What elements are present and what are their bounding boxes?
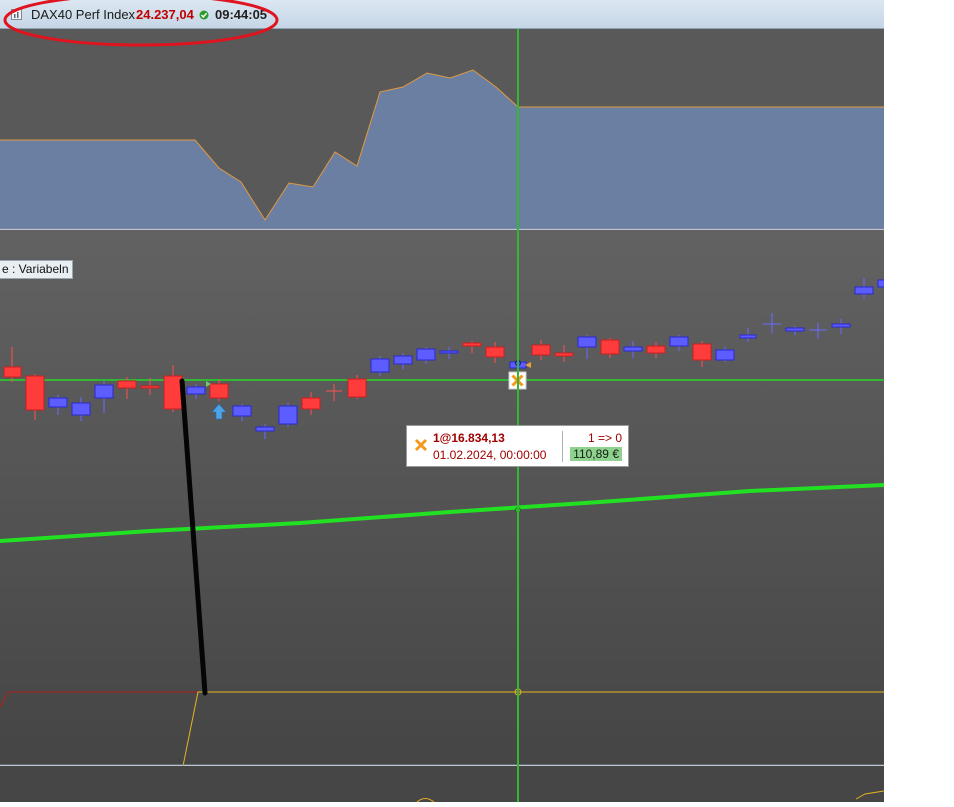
trade-tooltip: 1@16.834,13 01.02.2024, 00:00:00 1 => 0 … (406, 425, 629, 467)
candle (877, 279, 887, 288)
candle (117, 380, 137, 389)
trade-order: 1@16.834,13 (433, 431, 505, 445)
chart-area[interactable]: e : Variabeln 1@16.834,13 01.02.2024, 00… (0, 29, 887, 803)
trade-cross-icon (414, 438, 428, 452)
candle (715, 349, 735, 361)
trade-datetime: 01.02.2024, 00:00:00 (433, 448, 547, 462)
candle (186, 386, 206, 395)
candle (416, 348, 436, 361)
chart-window-icon[interactable] (11, 9, 22, 20)
candle (278, 405, 298, 425)
candle (854, 286, 874, 295)
candle (163, 375, 183, 410)
candle (25, 375, 45, 411)
candle (739, 334, 757, 339)
candle (209, 383, 229, 399)
trade-pnl-badge: 110,89 € (570, 447, 622, 461)
indicator-variables-label[interactable]: e : Variabeln (0, 260, 73, 279)
candle (439, 350, 459, 354)
candle (600, 339, 620, 355)
indicator-panel-bottom[interactable] (0, 764, 885, 803)
candle (140, 385, 160, 389)
candle (554, 352, 574, 357)
instrument-price: 24.237,04 (136, 7, 194, 22)
candle (370, 358, 390, 373)
chart-title-bar: DAX40 Perf Index 24.237,04 09:44:05 (0, 0, 884, 29)
indicator-panel-top[interactable] (0, 29, 884, 230)
trade-position-change: 1 => 0 (587, 431, 622, 445)
candle (577, 336, 597, 348)
candle (255, 426, 275, 432)
candle (785, 327, 805, 332)
candle (347, 378, 367, 398)
candle (831, 323, 851, 328)
candle (462, 342, 482, 347)
connection-status-icon (199, 10, 209, 20)
candle (393, 355, 413, 365)
candle (3, 366, 22, 378)
candle (531, 344, 551, 356)
candle (485, 346, 505, 358)
tooltip-divider (562, 431, 563, 462)
candle (623, 346, 643, 352)
candle (646, 345, 666, 354)
candle (94, 384, 114, 399)
candle (232, 405, 252, 417)
candle (71, 402, 91, 416)
clock-time: 09:44:05 (215, 7, 268, 22)
candle (301, 397, 321, 410)
instrument-name: DAX40 Perf Index (31, 7, 136, 22)
candle-panel[interactable] (0, 230, 887, 767)
candle (669, 336, 689, 347)
candle (692, 343, 712, 361)
candle (48, 397, 68, 408)
